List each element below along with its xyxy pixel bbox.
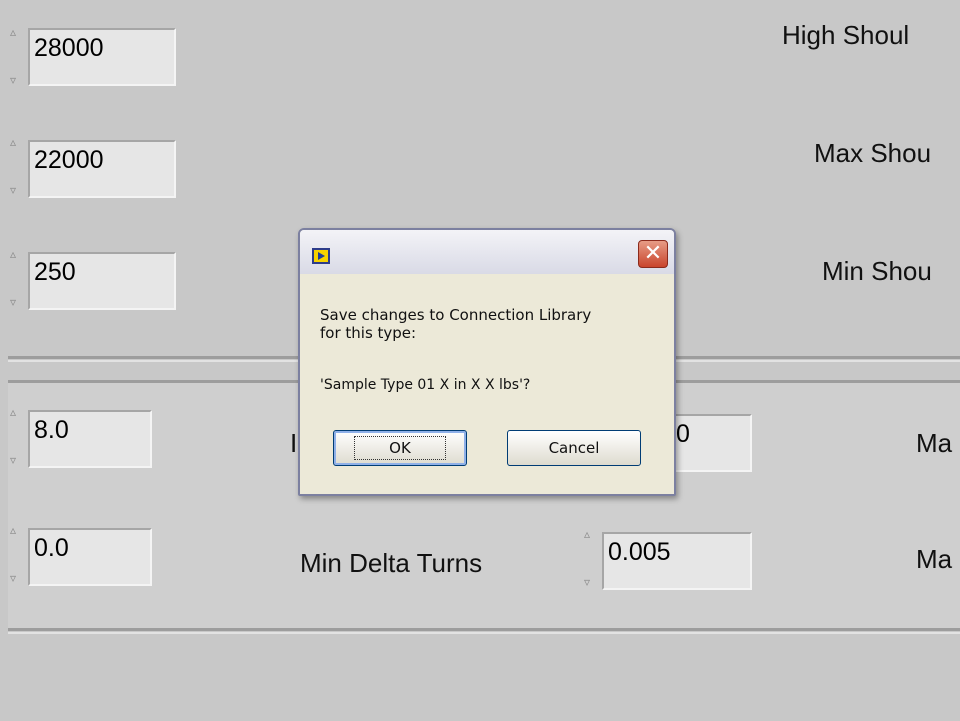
min-delta-turns-spinner[interactable]: ▵ ▿ (578, 528, 598, 588)
min-delta-turns-input[interactable]: 0.005 (602, 532, 752, 590)
row5-right-label: Ma (916, 544, 953, 574)
spin-down-icon[interactable]: ▿ (10, 74, 16, 86)
save-changes-dialog: ✕ Save changes to Connection Library for… (298, 228, 676, 496)
ok-button-label: OK (354, 436, 446, 460)
spin-down-icon[interactable]: ▿ (584, 576, 590, 588)
dialog-message-line1: Save changes to Connection Library (320, 306, 592, 324)
spin-down-icon[interactable]: ▿ (10, 454, 16, 466)
spin-down-icon[interactable]: ▿ (10, 572, 16, 584)
cancel-button[interactable]: Cancel (507, 430, 641, 466)
high-shoulder-input[interactable]: 28000 (28, 28, 176, 86)
min-shoulder-label: Min Shou (822, 256, 932, 286)
max-shoulder-spinner[interactable]: ▵ ▿ (4, 136, 24, 196)
row5-left-input[interactable]: 0.0 (28, 528, 152, 586)
row4-left-input[interactable]: 8.0 (28, 410, 152, 468)
dialog-message-line2: for this type: (320, 324, 417, 342)
spin-up-icon[interactable]: ▵ (10, 26, 16, 38)
dialog-message-line3: 'Sample Type 01 X in X X lbs'? (320, 377, 531, 393)
close-button[interactable]: ✕ (638, 240, 668, 268)
spin-up-icon[interactable]: ▵ (10, 136, 16, 148)
min-shoulder-input[interactable]: 250 (28, 252, 176, 310)
max-shoulder-label: Max Shou (814, 138, 932, 168)
labview-app-icon (312, 248, 330, 264)
separator-bottom-highlight (8, 632, 960, 634)
row4-left-label-partial: I (290, 428, 298, 458)
spin-up-icon[interactable]: ▵ (584, 528, 590, 540)
high-shoulder-spinner[interactable]: ▵ ▿ (4, 26, 24, 86)
high-shoulder-label: High Shoul (782, 20, 910, 50)
dialog-titlebar[interactable]: ✕ (300, 230, 674, 274)
spin-up-icon[interactable]: ▵ (10, 248, 16, 260)
ok-button[interactable]: OK (333, 430, 467, 466)
spin-up-icon[interactable]: ▵ (10, 406, 16, 418)
spin-down-icon[interactable]: ▿ (10, 296, 16, 308)
min-delta-turns-label: Min Delta Turns (300, 548, 483, 578)
row5-left-spinner[interactable]: ▵ ▿ (4, 524, 24, 584)
row4-right-label: Ma (916, 428, 953, 458)
row4-mid-input[interactable]: 0 (670, 414, 752, 472)
min-shoulder-spinner[interactable]: ▵ ▿ (4, 248, 24, 308)
row4-left-spinner[interactable]: ▵ ▿ (4, 406, 24, 466)
spin-up-icon[interactable]: ▵ (10, 524, 16, 536)
max-shoulder-input[interactable]: 22000 (28, 140, 176, 198)
separator-bottom (8, 628, 960, 631)
spin-down-icon[interactable]: ▿ (10, 184, 16, 196)
